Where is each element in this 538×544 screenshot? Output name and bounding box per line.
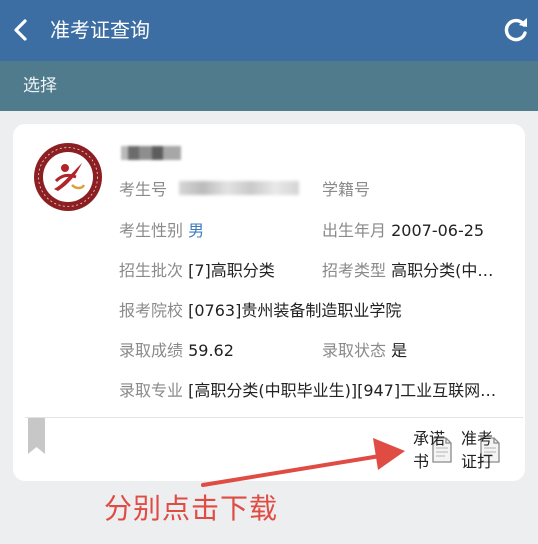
major-label: 录取专业 (119, 381, 184, 400)
select-bar[interactable]: 选择 (0, 61, 538, 111)
select-label: 选择 (23, 76, 57, 96)
school-field: 报考院校 [0763]贵州装备制造职业学院 (119, 300, 401, 322)
app-header: 准考证查询 (0, 0, 538, 61)
school-label: 报考院校 (119, 301, 184, 320)
exam-number-redacted (179, 181, 299, 195)
admission-status-value: 是 (391, 341, 408, 360)
admission-ticket-print-label: 准考证打 (461, 429, 494, 471)
score-label: 录取成绩 (119, 341, 184, 360)
exam-type-value: 高职分类(中职毕业生) (391, 261, 503, 280)
score-field: 录取成绩 59.62 (119, 340, 234, 362)
chevron-left-icon[interactable] (10, 17, 32, 43)
batch-value: [7]高职分类 (188, 261, 275, 280)
gender-value: 男 (188, 221, 205, 240)
major-value: [高职分类(中职毕业生)][947]工业互联网应用 (188, 381, 501, 400)
candidate-name-redacted (121, 146, 181, 160)
bookmark-icon (28, 418, 45, 454)
batch-field: 招生批次 [7]高职分类 (119, 260, 275, 282)
exam-number-field: 考生号 (119, 179, 167, 201)
student-number-label: 学籍号 (322, 180, 371, 199)
score-value: 59.62 (188, 341, 234, 360)
birth-field: 出生年月 2007-06-25 (322, 220, 484, 242)
school-value: [0763]贵州装备制造职业学院 (188, 301, 402, 320)
major-field: 录取专业 [高职分类(中职毕业生)][947]工业互联网应用 (119, 380, 500, 402)
exam-number-label: 考生号 (119, 180, 168, 199)
admission-status-label: 录取状态 (322, 341, 387, 360)
annotation-text: 分别点击下载 (104, 492, 279, 525)
school-emblem-icon (34, 143, 102, 211)
exam-type-label: 招考类型 (322, 261, 387, 280)
refresh-icon[interactable] (502, 16, 530, 44)
admission-status-field: 录取状态 是 (322, 340, 407, 362)
card-divider (25, 417, 523, 418)
exam-type-field: 招考类型 高职分类(中职毕业生) (322, 260, 503, 282)
gender-field: 考生性别 男 (119, 220, 204, 242)
batch-label: 招生批次 (119, 261, 184, 280)
student-number-field: 学籍号 (322, 179, 370, 201)
gender-label: 考生性别 (119, 221, 184, 240)
birth-value: 2007-06-25 (391, 221, 485, 240)
page-title: 准考证查询 (50, 18, 150, 42)
admission-ticket-print-button[interactable]: 准考证打 (461, 427, 507, 473)
commitment-letter-button[interactable]: 承诺书 (413, 427, 459, 473)
commitment-letter-label: 承诺书 (413, 429, 446, 471)
birth-label: 出生年月 (322, 221, 387, 240)
admission-card: 考生号 学籍号 考生性别 男 出生年月 2007-06-25 招生批次 [7]高… (13, 124, 525, 481)
